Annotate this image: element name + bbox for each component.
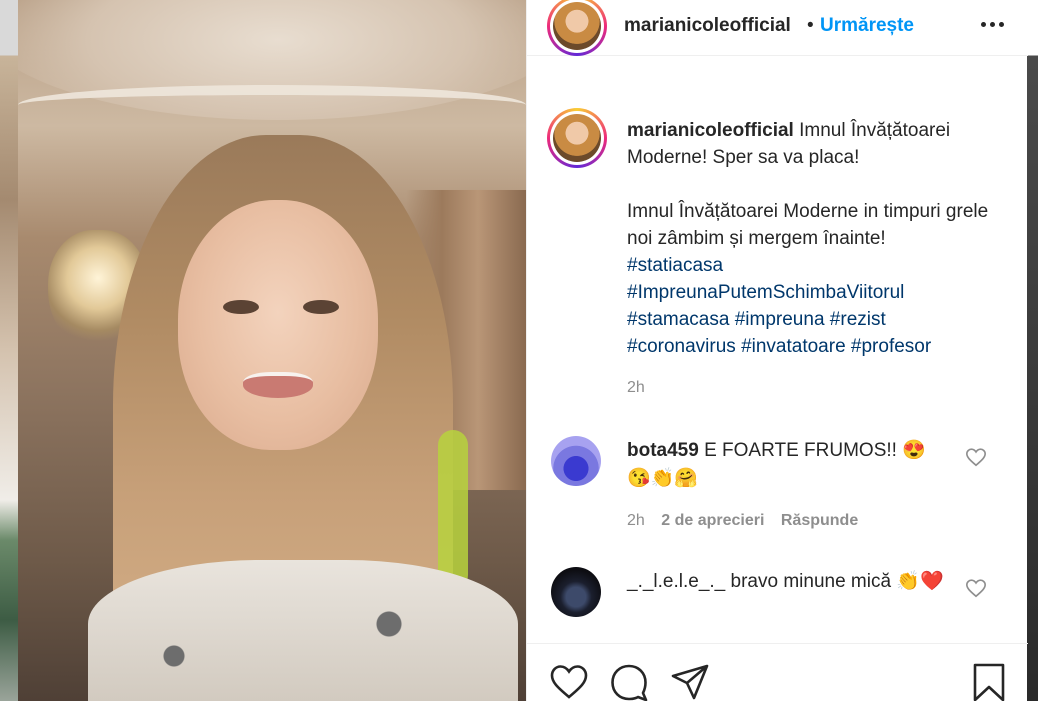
hashtag-list: #statiacasa #ImpreunaPutemSchimbaViitoru… [627,252,1007,360]
caption-text: marianicoleofficial Imnul Învățătoarei M… [627,117,1007,360]
commenter-username[interactable]: bota459 [627,440,699,461]
author-username[interactable]: marianicoleofficial [624,15,791,37]
follow-button[interactable]: Urmărește [820,15,914,37]
comment-body: bota459 E FOARTE FRUMOS!! 😍😘👏🤗 [627,437,947,493]
comment-item: _._l.e.l.e_._ bravo minune mică 👏❤️ [551,567,1021,627]
girl-shirt [88,560,518,701]
bookmark-icon[interactable] [969,662,1009,701]
post-action-bar [527,643,1028,701]
comment-emojis: 👏❤️ [896,571,944,592]
girl-eye-left [223,300,259,314]
hashtag-link[interactable]: #stamacasa [627,309,729,330]
comment-text: E FOARTE FRUMOS!! [704,440,897,461]
neon-sleeve [438,430,468,590]
commenter-username[interactable]: _._l.e.l.e_._ [627,571,725,592]
comment-icon[interactable] [609,662,649,701]
girl-face [178,200,378,450]
commenter-avatar[interactable] [551,436,601,486]
instagram-post-view: marianicoleofficial • Urmărește marianic… [0,0,1038,701]
heart-icon[interactable] [549,662,589,701]
comment-like-heart-icon[interactable] [965,577,987,599]
author-avatar[interactable] [547,0,607,56]
girl-mouth [243,372,313,398]
hashtag-link[interactable]: #ImpreunaPutemSchimbaViitorul [627,279,1007,306]
separator-dot: • [807,15,814,36]
post-header: marianicoleofficial • Urmărește [527,0,1028,56]
hashtag-link[interactable]: #impreuna [735,309,825,330]
post-side-panel: marianicoleofficial • Urmărește marianic… [526,0,1028,701]
hashtag-link[interactable]: #rezist [830,309,886,330]
comment-body: _._l.e.l.e_._ bravo minune mică 👏❤️ [627,568,947,596]
hashtag-link[interactable]: #statiacasa [627,252,1007,279]
girl-eye-right [303,300,339,314]
comment-meta: 2h 2 de aprecieri Răspunde [627,512,858,530]
post-timestamp: 2h [627,379,645,396]
comment-text: bravo minune mică [730,571,892,592]
share-icon[interactable] [670,662,710,701]
ceiling-molding [18,85,526,125]
comment-timestamp: 2h [627,512,645,529]
caption-avatar[interactable] [547,108,607,168]
background-page-right [1027,0,1038,701]
commenter-avatar[interactable] [551,567,601,617]
comment-likes-count[interactable]: 2 de aprecieri [661,512,764,529]
more-options-icon[interactable] [979,10,1007,38]
caption-line-2: Imnul Învățătoarei Moderne in timpuri gr… [627,201,989,249]
hashtag-link[interactable]: #invatatoare [741,336,846,357]
caption-avatar-image [553,114,601,162]
post-video[interactable] [18,0,526,701]
hashtag-link[interactable]: #coronavirus [627,336,736,357]
author-avatar-image [553,2,601,50]
comment-like-heart-icon[interactable] [965,446,987,468]
hashtag-link[interactable]: #profesor [851,336,931,357]
comment-reply-button[interactable]: Răspunde [781,512,858,529]
comment-item: bota459 E FOARTE FRUMOS!! 😍😘👏🤗 2h 2 de a… [551,436,1021,536]
caption-username[interactable]: marianicoleofficial [627,120,794,141]
